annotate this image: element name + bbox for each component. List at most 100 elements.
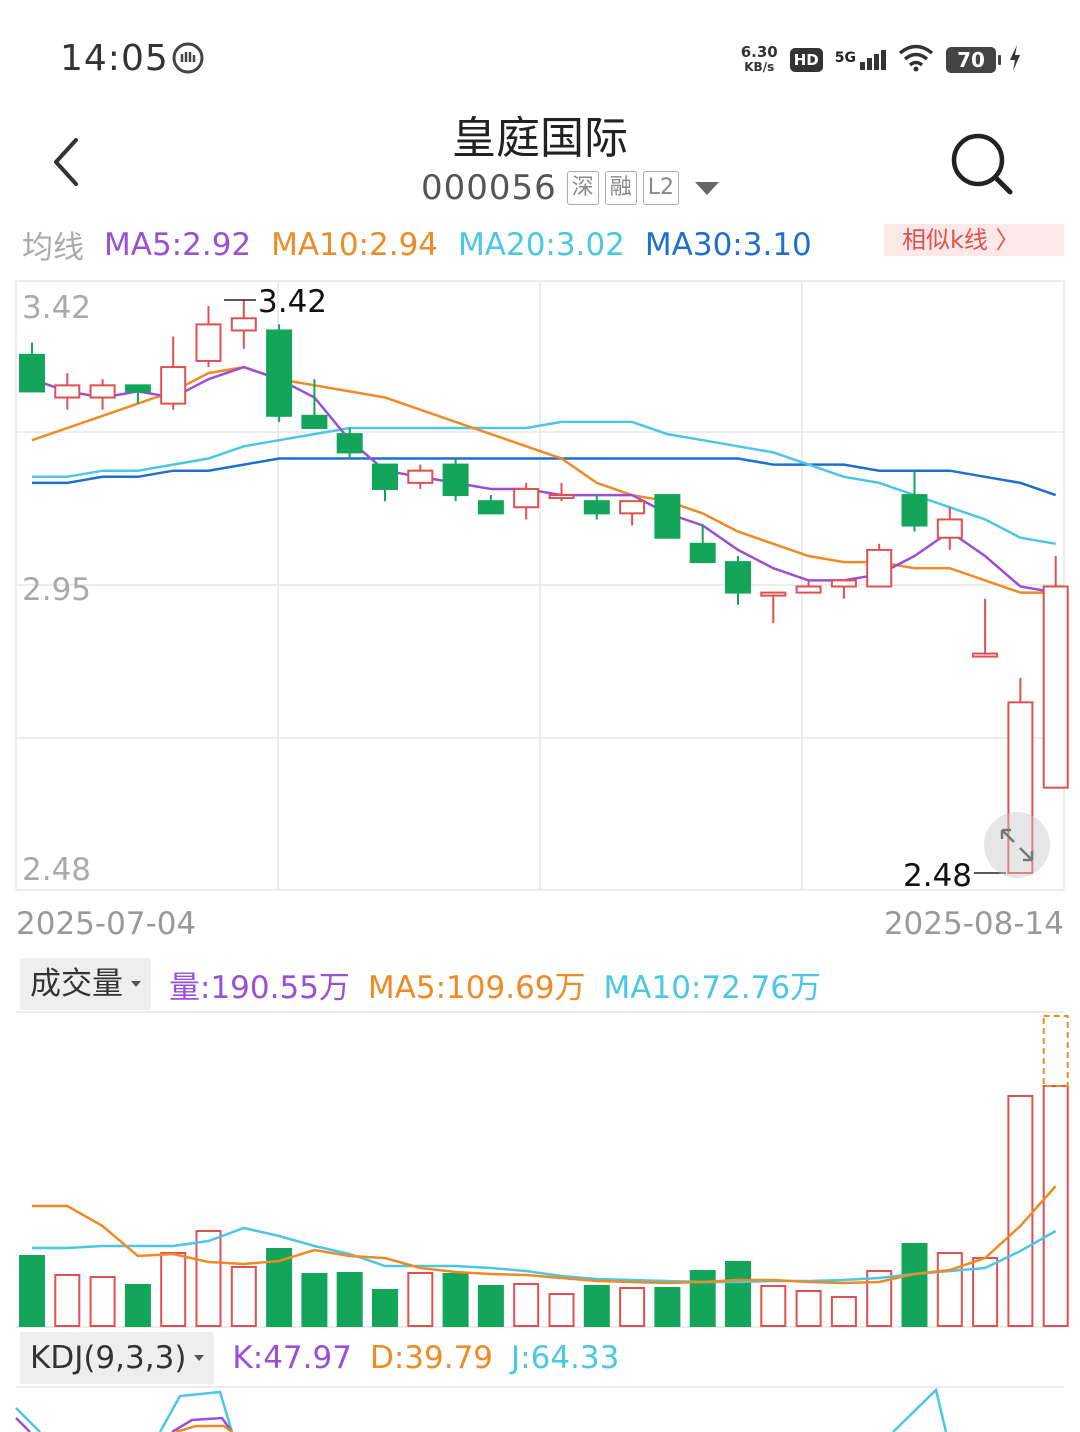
signal-icon: 5G — [835, 50, 886, 70]
similar-kline-button[interactable]: 相似k线 〉 — [884, 224, 1064, 256]
volume-bar — [89, 1276, 116, 1327]
end-date: 2025-08-14 — [883, 906, 1064, 942]
volume-ma10: MA10:72.76万 — [603, 969, 822, 1006]
candle — [89, 379, 116, 410]
candle — [266, 324, 293, 422]
volume-bar — [760, 1285, 787, 1327]
volume-bar — [654, 1287, 681, 1327]
kdj-legend: KDJ(9,3,3) K:47.97 D:39.79 J:64.33 — [20, 1332, 619, 1384]
candle — [548, 482, 575, 502]
candle — [477, 495, 504, 515]
volume-bar — [513, 1283, 540, 1327]
caret-down-icon — [194, 1355, 205, 1361]
ma-legend: 均线 MA5:2.92 MA10:2.94 MA20:3.02 MA30:3.1… — [22, 222, 812, 267]
volume-bar — [301, 1273, 328, 1327]
candle — [1042, 556, 1069, 789]
margin-tag: 融 — [604, 171, 637, 205]
volume-bar — [336, 1272, 363, 1327]
price-axis-top: 3.42 — [22, 290, 91, 326]
candle — [407, 464, 434, 489]
high-marker: 3.42 — [258, 284, 327, 320]
candle — [583, 495, 610, 520]
candle — [936, 507, 963, 550]
candle — [19, 342, 45, 393]
stock-code-row[interactable]: 000056 深 融 L2 — [0, 168, 1080, 208]
price-axis-mid: 2.95 — [22, 572, 91, 608]
candle — [442, 458, 469, 502]
ma20-value: MA20:3.02 — [458, 226, 625, 263]
search-button[interactable] — [946, 128, 1016, 198]
ma-label: 均线 — [22, 230, 84, 266]
volume-ghost-bar — [1042, 1015, 1069, 1087]
candle — [54, 373, 81, 410]
volume-bar — [230, 1266, 257, 1327]
app-notification-icon — [172, 42, 204, 74]
volume-bar — [407, 1272, 434, 1327]
candle — [513, 482, 540, 520]
indicator-select-kdj[interactable]: KDJ(9,3,3) — [20, 1332, 215, 1384]
candle — [372, 463, 398, 502]
kdj-lines — [15, 1387, 948, 1432]
ma10-value: MA10:2.94 — [271, 226, 439, 263]
expand-icon — [1000, 828, 1034, 862]
volume-legend: 成交量 量:190.55万 MA5:109.69万 MA10:72.76万 — [20, 958, 821, 1010]
status-icons: 6.30 KB/s HD 5G 70 — [741, 40, 1022, 80]
candle — [725, 556, 751, 605]
net-speed: 6.30 KB/s — [740, 43, 778, 75]
volume-bar — [1042, 1085, 1069, 1327]
wifi-icon — [898, 44, 934, 76]
volume-bar — [372, 1289, 398, 1327]
volume-bar — [548, 1293, 575, 1327]
volume-bar — [725, 1261, 751, 1327]
ma30-value: MA30:3.10 — [644, 226, 812, 263]
candle — [901, 470, 928, 532]
volume-value: 量:190.55万 — [169, 969, 350, 1006]
indicator-select-volume[interactable]: 成交量 — [20, 958, 151, 1010]
volume-bar — [160, 1252, 187, 1327]
volume-bars — [19, 1015, 1069, 1327]
candle — [972, 598, 999, 658]
candle — [830, 579, 857, 599]
volume-bar — [124, 1284, 151, 1327]
volume-bar — [583, 1285, 610, 1327]
level2-tag: L2 — [642, 171, 680, 205]
hd-badge: HD — [789, 48, 823, 72]
expand-button[interactable] — [984, 812, 1050, 878]
candle — [195, 306, 222, 368]
market-tag: 深 — [566, 171, 599, 205]
volume-bar — [689, 1270, 716, 1327]
volume-bar — [19, 1255, 45, 1327]
candle — [795, 580, 822, 594]
volume-grid — [16, 1011, 1064, 1388]
kdj-d: D:39.79 — [369, 1340, 494, 1376]
volume-bar — [619, 1287, 646, 1327]
status-time: 14:05 — [60, 38, 169, 79]
kline-chart[interactable]: 3.42 2.95 2.48 3.42 2.48 — [0, 270, 1080, 1432]
volume-bar — [901, 1243, 928, 1327]
kdj-j: J:64.33 — [511, 1340, 620, 1376]
volume-ma5: MA5:109.69万 — [367, 969, 586, 1006]
candle — [619, 500, 646, 526]
charging-icon — [1008, 44, 1022, 76]
volume-bar — [936, 1252, 963, 1327]
volume-bar — [1007, 1095, 1034, 1327]
candle — [866, 543, 893, 588]
stock-title: 皇庭国际 — [452, 113, 628, 164]
volume-bar — [477, 1285, 504, 1327]
candle — [760, 591, 787, 624]
candle — [230, 300, 257, 349]
price-axis-bottom: 2.48 — [22, 852, 91, 888]
start-date: 2025-07-04 — [16, 906, 197, 942]
volume-bar — [830, 1296, 857, 1327]
volume-bar — [442, 1273, 469, 1327]
search-icon — [951, 133, 1013, 195]
volume-bar — [795, 1290, 822, 1327]
caret-down-icon — [131, 981, 141, 987]
volume-bar — [195, 1230, 222, 1327]
chevron-down-icon[interactable] — [695, 181, 720, 195]
ma5-value: MA5:2.92 — [104, 226, 252, 263]
candles — [19, 300, 1069, 874]
low-marker: 2.48 — [903, 858, 972, 894]
kdj-k: K:47.97 — [232, 1340, 352, 1376]
volume-bar — [54, 1274, 81, 1327]
